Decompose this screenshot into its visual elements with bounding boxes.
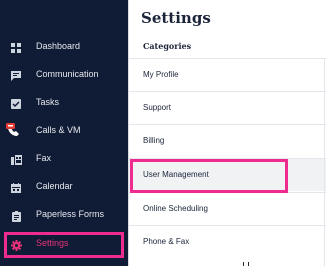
checkbox-icon <box>10 98 22 110</box>
category-phone-fax[interactable]: Phone & Fax <box>129 225 326 258</box>
category-online-scheduling[interactable]: Online Scheduling <box>129 192 326 225</box>
page-title: Settings <box>141 9 211 27</box>
fax-icon <box>10 154 22 166</box>
sidebar-item-paperless-forms[interactable]: Paperless Forms <box>0 203 128 229</box>
category-label: Online Scheduling <box>143 204 208 213</box>
categories-heading: Categories <box>143 41 192 51</box>
category-my-profile[interactable]: My Profile <box>129 58 326 91</box>
calendar-icon <box>10 182 22 194</box>
sidebar-item-communication[interactable]: Communication <box>0 63 128 89</box>
sidebar-item-calendar[interactable]: Calendar <box>0 175 128 201</box>
panel-divider <box>324 58 325 266</box>
scroll-indicator <box>243 262 249 266</box>
sidebar-item-label: Calendar <box>36 181 73 191</box>
settings-panel: Settings Categories My Profile Support B… <box>128 0 326 266</box>
sidebar: Dashboard Communication Tasks Calls & VM… <box>0 0 128 266</box>
sidebar-item-label: Dashboard <box>36 41 81 51</box>
sidebar-item-dashboard[interactable]: Dashboard <box>0 35 128 61</box>
chat-icon <box>10 70 22 82</box>
settings-highlight-box <box>4 232 124 258</box>
sidebar-item-label: Calls & VM <box>36 125 81 135</box>
category-label: Phone & Fax <box>143 237 190 246</box>
sidebar-item-fax[interactable]: Fax <box>0 147 128 173</box>
sidebar-item-tasks[interactable]: Tasks <box>0 91 128 117</box>
dashboard-icon <box>10 42 22 54</box>
sidebar-item-label: Paperless Forms <box>36 209 105 219</box>
category-label: Billing <box>143 136 165 145</box>
category-support[interactable]: Support <box>129 91 326 124</box>
phone-icon <box>6 123 22 137</box>
category-billing[interactable]: Billing <box>129 124 326 157</box>
sidebar-item-label: Tasks <box>36 97 60 107</box>
sidebar-item-label: Fax <box>36 153 52 163</box>
category-label: My Profile <box>143 70 179 79</box>
sidebar-item-label: Communication <box>36 69 99 79</box>
clipboard-icon <box>10 210 22 222</box>
category-label: Support <box>143 103 172 112</box>
user-management-highlight-box <box>130 159 288 193</box>
sidebar-item-calls-vm[interactable]: Calls & VM <box>0 119 128 145</box>
